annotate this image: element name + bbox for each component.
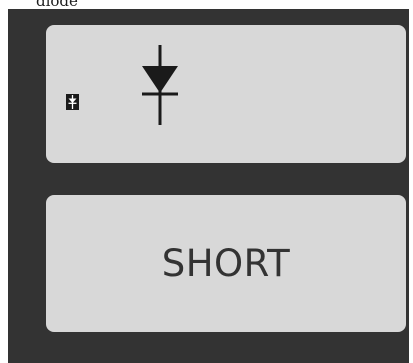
diode-mode-button[interactable] — [46, 25, 406, 163]
mode-panel: SHORT — [8, 9, 409, 363]
short-button-label: SHORT — [161, 242, 291, 285]
page-title: diode — [36, 0, 78, 10]
screen: diode SHORT — [0, 0, 413, 363]
diode-badge-icon — [66, 94, 79, 110]
short-mode-button[interactable]: SHORT — [46, 195, 406, 332]
diode-symbol-icon — [142, 45, 178, 125]
